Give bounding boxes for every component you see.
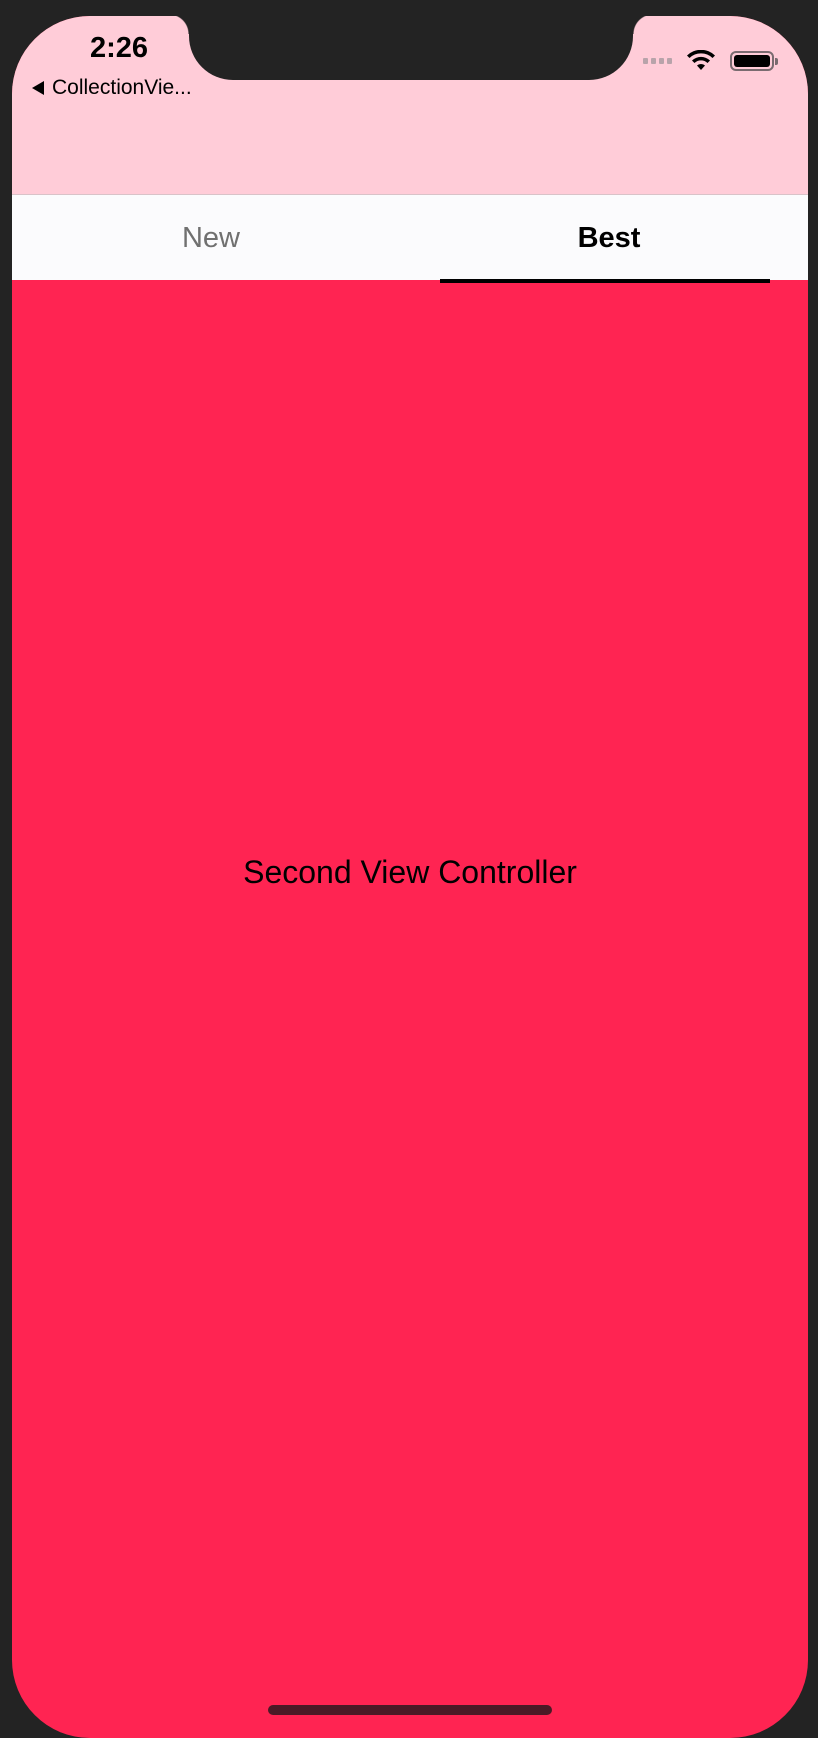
- wifi-icon: [687, 50, 715, 70]
- status-icons: [643, 50, 778, 72]
- tab-new[interactable]: New: [12, 195, 410, 281]
- segmented-tab-bar: New Best: [12, 194, 808, 280]
- back-arrow-icon: [32, 81, 44, 95]
- status-time: 2:26: [89, 32, 149, 64]
- phone-screen: 2:26 CollectionVie... New Best Second Vi…: [12, 16, 808, 1738]
- back-button-label: CollectionVie...: [52, 76, 192, 99]
- device-notch: [169, 16, 653, 80]
- content-title: Second View Controller: [243, 854, 577, 890]
- tab-best[interactable]: Best: [410, 195, 808, 281]
- battery-icon: [730, 51, 778, 71]
- selected-tab-indicator: [440, 279, 770, 283]
- home-indicator[interactable]: [268, 1705, 552, 1715]
- back-button[interactable]: CollectionVie...: [32, 76, 192, 100]
- cellular-signal-icon: [643, 58, 672, 64]
- navigation-header: 2:26 CollectionVie...: [12, 16, 808, 194]
